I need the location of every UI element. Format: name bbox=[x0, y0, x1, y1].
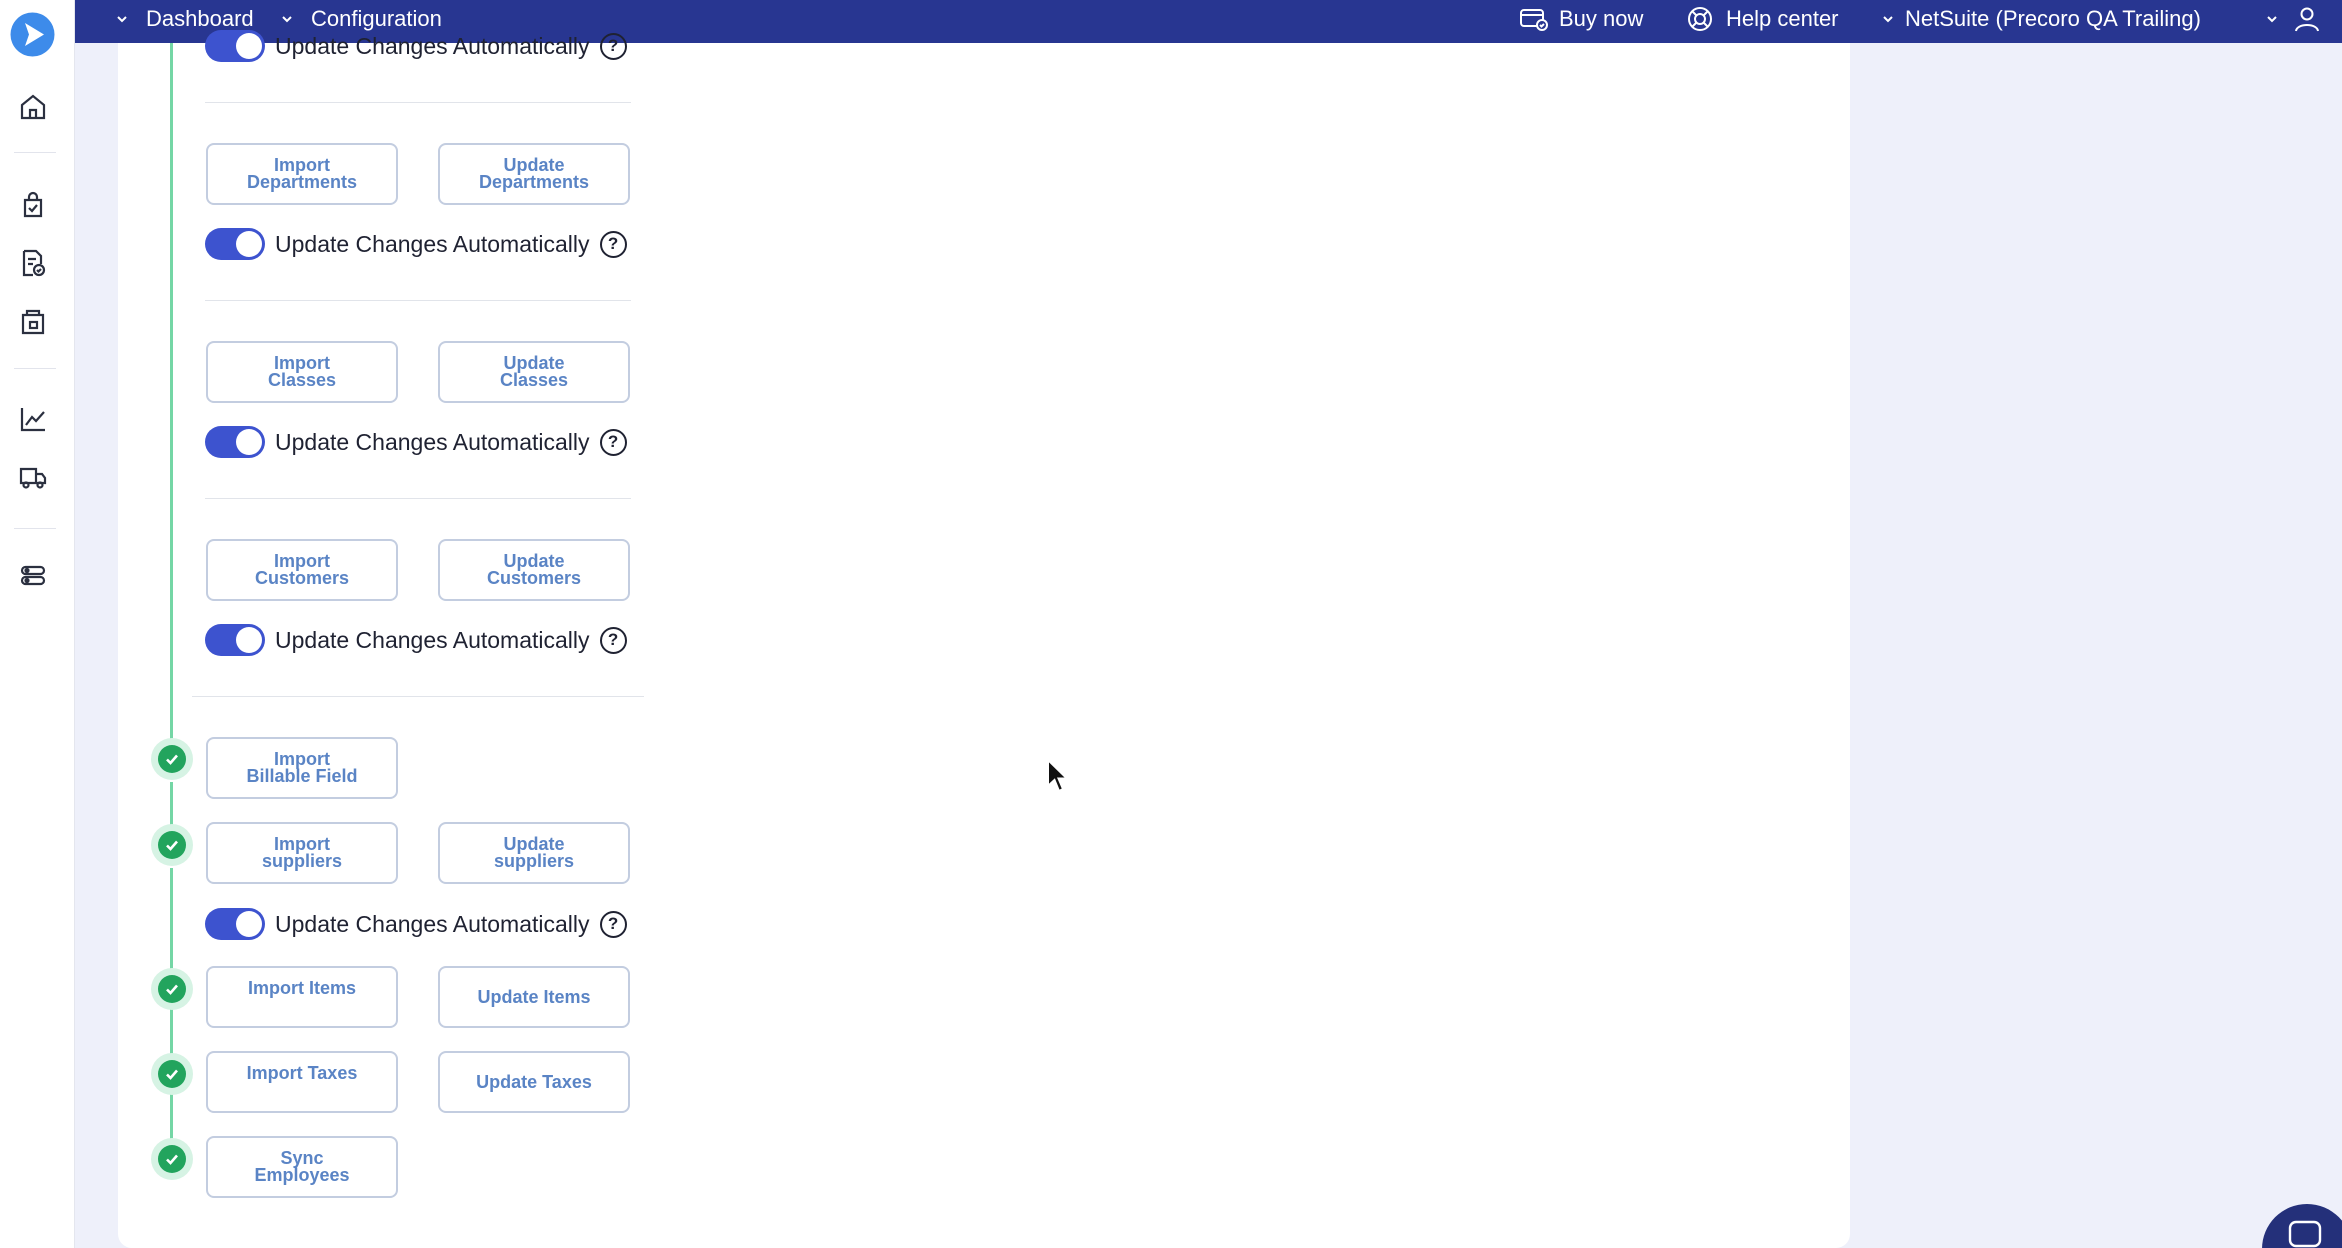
auto-update-label: Update Changes Automatically bbox=[275, 230, 590, 257]
analytics-icon[interactable] bbox=[16, 402, 50, 436]
logo-icon[interactable] bbox=[10, 12, 55, 57]
auto-update-label: Update Changes Automatically bbox=[275, 32, 590, 59]
purchase-requests-icon[interactable] bbox=[16, 188, 50, 222]
import-taxes-button[interactable]: Import Taxes bbox=[206, 1051, 398, 1113]
chat-widget-button[interactable] bbox=[2262, 1204, 2342, 1248]
buy-now-label: Buy now bbox=[1559, 5, 1644, 31]
suppliers-truck-icon[interactable] bbox=[16, 460, 50, 494]
section-divider bbox=[205, 102, 631, 103]
help-icon[interactable]: ? bbox=[599, 626, 627, 654]
chevron-down-icon bbox=[2267, 15, 2277, 22]
chevron-down-icon bbox=[117, 15, 127, 22]
home-icon[interactable] bbox=[16, 90, 50, 124]
mouse-cursor bbox=[1046, 757, 1072, 799]
check-icon bbox=[151, 1053, 193, 1095]
check-icon bbox=[151, 1138, 193, 1180]
departments-auto-update-toggle[interactable] bbox=[205, 228, 265, 260]
auto-update-toggle[interactable] bbox=[205, 30, 265, 62]
chevron-down-icon bbox=[282, 15, 292, 22]
company-name: NetSuite (Precoro QA Trailing) bbox=[1905, 5, 2201, 31]
help-icon[interactable]: ? bbox=[599, 910, 627, 938]
customers-auto-update-toggle[interactable] bbox=[205, 624, 265, 656]
card-icon bbox=[1520, 8, 1548, 31]
help-center-link[interactable]: Help center bbox=[1686, 0, 1839, 37]
update-departments-button[interactable]: Update Departments bbox=[438, 143, 630, 205]
import-departments-button[interactable]: Import Departments bbox=[206, 143, 398, 205]
update-items-button[interactable]: Update Items bbox=[438, 966, 630, 1028]
chat-icon bbox=[2288, 1220, 2322, 1248]
departments-toggle-row: Update Changes Automatically ? bbox=[205, 227, 627, 261]
section-divider bbox=[192, 696, 644, 697]
help-icon[interactable]: ? bbox=[599, 428, 627, 456]
configuration-label: Configuration bbox=[311, 5, 442, 31]
chevron-down-icon bbox=[1883, 15, 1893, 22]
help-icon[interactable]: ? bbox=[599, 32, 627, 60]
sidebar-divider bbox=[14, 368, 56, 369]
warehouse-icon[interactable] bbox=[16, 305, 50, 339]
import-customers-button[interactable]: Import Customers bbox=[206, 539, 398, 601]
timeline-line bbox=[170, 868, 173, 978]
help-icon[interactable]: ? bbox=[599, 230, 627, 258]
help-center-label: Help center bbox=[1726, 5, 1839, 31]
dashboard-label: Dashboard bbox=[146, 5, 254, 31]
suppliers-toggle-row: Update Changes Automatically ? bbox=[205, 907, 627, 941]
import-billable-field-button[interactable]: Import Billable Field bbox=[206, 737, 398, 799]
sync-employees-button[interactable]: Sync Employees bbox=[206, 1136, 398, 1198]
sidebar-divider bbox=[14, 528, 56, 529]
customers-toggle-row: Update Changes Automatically ? bbox=[205, 623, 627, 657]
auto-update-label: Update Changes Automatically bbox=[275, 910, 590, 937]
buy-now-link[interactable]: Buy now bbox=[1519, 0, 1643, 37]
update-classes-button[interactable]: Update Classes bbox=[438, 341, 630, 403]
auto-update-toggle-row: Update Changes Automatically ? bbox=[205, 29, 627, 63]
check-icon bbox=[151, 968, 193, 1010]
classes-toggle-row: Update Changes Automatically ? bbox=[205, 425, 627, 459]
lifebuoy-icon bbox=[1688, 6, 1712, 31]
suppliers-auto-update-toggle[interactable] bbox=[205, 908, 265, 940]
sidebar bbox=[0, 0, 75, 1248]
section-divider bbox=[205, 498, 631, 499]
sidebar-divider bbox=[14, 152, 56, 153]
import-items-button[interactable]: Import Items bbox=[206, 966, 398, 1028]
import-classes-button[interactable]: Import Classes bbox=[206, 341, 398, 403]
user-menu[interactable] bbox=[2265, 0, 2321, 37]
update-customers-button[interactable]: Update Customers bbox=[438, 539, 630, 601]
import-suppliers-button[interactable]: Import suppliers bbox=[206, 822, 398, 884]
timeline-line bbox=[170, 43, 173, 760]
auto-update-label: Update Changes Automatically bbox=[275, 428, 590, 455]
company-switcher[interactable]: NetSuite (Precoro QA Trailing) bbox=[1881, 0, 2201, 37]
user-icon bbox=[2295, 7, 2319, 31]
classes-auto-update-toggle[interactable] bbox=[205, 426, 265, 458]
auto-update-label: Update Changes Automatically bbox=[275, 626, 590, 653]
section-divider bbox=[205, 300, 631, 301]
settings-toggles-icon[interactable] bbox=[16, 558, 50, 592]
invoices-icon[interactable] bbox=[16, 246, 50, 280]
check-icon bbox=[151, 738, 193, 780]
check-icon bbox=[151, 824, 193, 866]
update-suppliers-button[interactable]: Update suppliers bbox=[438, 822, 630, 884]
update-taxes-button[interactable]: Update Taxes bbox=[438, 1051, 630, 1113]
